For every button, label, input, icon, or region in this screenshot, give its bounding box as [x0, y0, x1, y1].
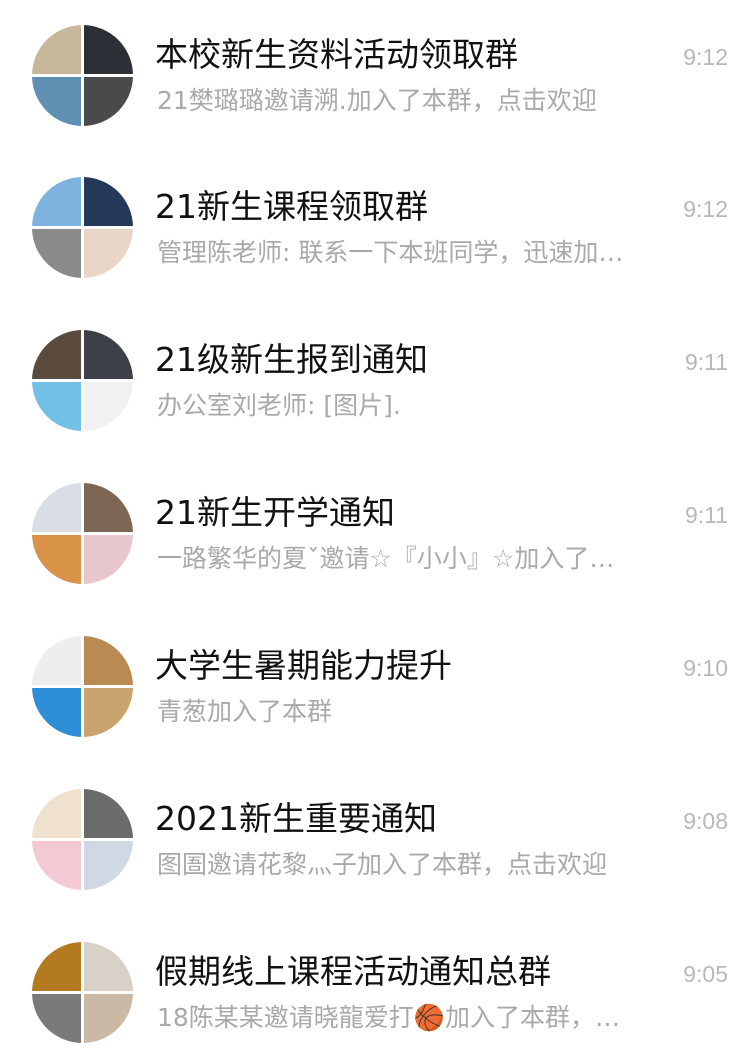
chat-row[interactable]: 21新生课程领取群 9:12 管理陈老师: 联系一下本班同学，迅速加…: [0, 152, 750, 304]
chat-time: 9:05: [683, 961, 728, 987]
avatar-tile: [32, 177, 81, 226]
avatar-tile: [84, 636, 133, 685]
chat-title: 大学生暑期能力提升: [155, 646, 452, 685]
chat-preview: 管理陈老师: 联系一下本班同学，迅速加…: [157, 238, 624, 267]
group-avatar[interactable]: [32, 789, 133, 890]
chat-row[interactable]: 大学生暑期能力提升 9:10 青葱加入了本群: [0, 611, 750, 763]
avatar-tile: [84, 229, 133, 278]
chat-preview: 21樊璐璐邀请溯.加入了本群，点击欢迎: [157, 86, 597, 115]
avatar-tile: [32, 535, 81, 584]
chat-title: 本校新生资料活动领取群: [155, 35, 518, 74]
avatar-tile: [84, 25, 133, 74]
chat-title: 假期线上课程活动通知总群: [155, 952, 551, 991]
chat-time: 9:08: [683, 808, 728, 834]
chat-title: 21新生课程领取群: [155, 187, 428, 226]
chat-row[interactable]: 21新生开学通知 9:11 一路繁华的夏ˇ邀请☆『小小』☆加入了…: [0, 458, 750, 610]
chat-row[interactable]: 假期线上课程活动通知总群 9:05 18陈某某邀请晓龍爱打🏀加入了本群，…: [0, 917, 750, 1059]
chat-time: 9:11: [684, 349, 728, 375]
avatar-tile: [32, 688, 81, 737]
chat-time: 9:12: [683, 196, 728, 222]
chat-title: 21新生开学通知: [155, 493, 395, 532]
group-avatar[interactable]: [32, 942, 133, 1043]
avatar-tile: [84, 177, 133, 226]
avatar-tile: [32, 382, 81, 431]
group-avatar[interactable]: [32, 483, 133, 584]
avatar-tile: [32, 942, 81, 991]
avatar-tile: [84, 841, 133, 890]
group-avatar[interactable]: [32, 177, 133, 278]
chat-preview: 图圄邀请花黎灬子加入了本群，点击欢迎: [157, 850, 608, 879]
chat-title: 21级新生报到通知: [155, 340, 428, 379]
chat-row[interactable]: 2021新生重要通知 9:08 图圄邀请花黎灬子加入了本群，点击欢迎: [0, 764, 750, 916]
chat-row[interactable]: 本校新生资料活动领取群 9:12 21樊璐璐邀请溯.加入了本群，点击欢迎: [0, 0, 750, 152]
avatar-tile: [32, 483, 81, 532]
avatar-tile: [84, 330, 133, 379]
avatar-tile: [84, 382, 133, 431]
avatar-tile: [32, 841, 81, 890]
group-avatar[interactable]: [32, 636, 133, 737]
avatar-tile: [84, 535, 133, 584]
avatar-tile: [84, 483, 133, 532]
group-avatar[interactable]: [32, 330, 133, 431]
chat-list: 本校新生资料活动领取群 9:12 21樊璐璐邀请溯.加入了本群，点击欢迎 21新…: [0, 0, 750, 1059]
chat-time: 9:12: [683, 44, 728, 70]
chat-preview: 18陈某某邀请晓龍爱打🏀加入了本群，…: [157, 1003, 620, 1032]
avatar-tile: [84, 688, 133, 737]
group-avatar[interactable]: [32, 25, 133, 126]
chat-time: 9:10: [683, 655, 728, 681]
chat-preview: 办公室刘老师: [图片].: [157, 391, 401, 420]
chat-time: 9:11: [684, 502, 728, 528]
chat-preview: 青葱加入了本群: [157, 697, 333, 726]
avatar-tile: [32, 636, 81, 685]
avatar-tile: [32, 229, 81, 278]
avatar-tile: [32, 789, 81, 838]
chat-row[interactable]: 21级新生报到通知 9:11 办公室刘老师: [图片].: [0, 305, 750, 457]
avatar-tile: [84, 994, 133, 1043]
avatar-tile: [84, 942, 133, 991]
avatar-tile: [32, 994, 81, 1043]
avatar-tile: [84, 77, 133, 126]
avatar-tile: [32, 77, 81, 126]
chat-title: 2021新生重要通知: [155, 799, 437, 838]
avatar-tile: [84, 789, 133, 838]
avatar-tile: [32, 330, 81, 379]
chat-preview: 一路繁华的夏ˇ邀请☆『小小』☆加入了…: [157, 544, 615, 573]
avatar-tile: [32, 25, 81, 74]
